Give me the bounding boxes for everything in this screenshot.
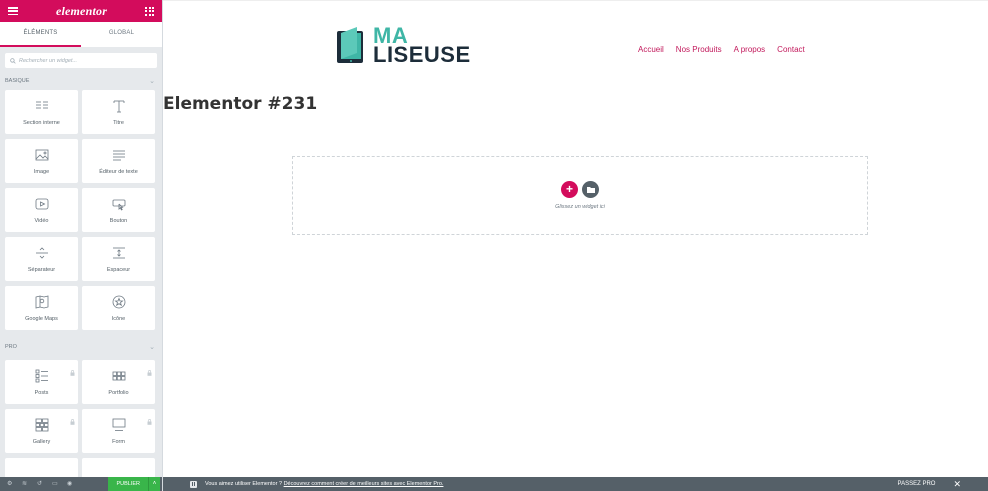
- text-editor-icon: [111, 147, 127, 163]
- nav-link-a-propos[interactable]: A propos: [734, 45, 766, 54]
- lock-icon: [70, 363, 75, 376]
- search-icon: [10, 57, 16, 64]
- lock-icon: [70, 412, 75, 425]
- panel-tabs: ÉLÉMENTS GLOBAL: [0, 22, 162, 47]
- widget-label: Éditeur de texte: [99, 169, 138, 175]
- widget-video[interactable]: Vidéo: [5, 188, 78, 232]
- widget-label: Gallery: [32, 439, 51, 445]
- gallery-icon: [34, 417, 50, 433]
- widget-form[interactable]: Form: [82, 409, 155, 453]
- publish-options-icon[interactable]: ˄: [148, 477, 160, 491]
- widget-gallery[interactable]: Gallery: [5, 409, 78, 453]
- widget-google-maps[interactable]: Google Maps: [5, 286, 78, 330]
- panel-header: elementor: [0, 0, 162, 22]
- add-template-button[interactable]: [582, 181, 599, 198]
- form-icon: [111, 417, 127, 433]
- site-logo[interactable]: MA LISEUSE: [335, 25, 471, 67]
- elementor-panel: elementor ÉLÉMENTS GLOBAL Rechercher un …: [0, 0, 163, 491]
- search-placeholder: Rechercher un widget...: [19, 57, 78, 64]
- empty-section-drop-zone[interactable]: + Glissez un widget ici: [292, 156, 868, 235]
- widget-label: Google Maps: [25, 316, 58, 322]
- notice-message: Vous aimez utiliser Elementor ?: [205, 481, 284, 487]
- elementor-logo: elementor: [55, 3, 108, 18]
- chevron-down-icon: ⌄: [149, 78, 155, 85]
- widget-inner-section[interactable]: Section interne: [5, 90, 78, 134]
- widget-label: Icône: [111, 316, 126, 322]
- widget-label: Portfolio: [108, 390, 129, 396]
- widget-text-editor[interactable]: Éditeur de texte: [82, 139, 155, 183]
- widget-partial[interactable]: [5, 458, 78, 478]
- posts-icon: [34, 368, 50, 384]
- category-title: PRO: [5, 344, 17, 350]
- widget-label: Titre: [113, 120, 124, 126]
- widget-button[interactable]: Bouton: [82, 188, 155, 232]
- book-logo-icon: [337, 27, 363, 63]
- preview-icon[interactable]: ◉: [67, 481, 73, 487]
- history-icon[interactable]: ↺: [37, 481, 43, 487]
- nav-link-accueil[interactable]: Accueil: [638, 45, 664, 54]
- notice-link[interactable]: Découvrez comment créer de meilleurs sit…: [284, 481, 444, 487]
- map-icon: [34, 294, 50, 310]
- folder-icon: [586, 187, 595, 193]
- logo-line-2: LISEUSE: [373, 42, 471, 67]
- portfolio-icon: [111, 368, 127, 384]
- close-icon[interactable]: ✕: [953, 477, 961, 491]
- nav-link-produits[interactable]: Nos Produits: [676, 45, 722, 54]
- category-title: BASIQUE: [5, 78, 30, 84]
- tab-global[interactable]: GLOBAL: [81, 22, 162, 47]
- widget-label: Séparateur: [27, 267, 56, 273]
- publish-button[interactable]: PUBLIER: [108, 477, 148, 491]
- heading-icon: [111, 98, 127, 114]
- widget-label: Form: [112, 439, 125, 445]
- star-icon: [111, 294, 127, 310]
- category-basique[interactable]: BASIQUE ⌄: [0, 72, 162, 90]
- button-icon: [111, 196, 127, 212]
- add-section-button[interactable]: +: [561, 181, 578, 198]
- site-navigation: Accueil Nos Produits A propos Contact: [638, 45, 805, 54]
- drop-hint: Glissez un widget ici: [555, 204, 605, 210]
- tab-elements[interactable]: ÉLÉMENTS: [0, 22, 81, 47]
- page-title: Elementor #231: [163, 94, 318, 114]
- widget-portfolio[interactable]: Portfolio: [82, 360, 155, 404]
- widget-icon[interactable]: Icône: [82, 286, 155, 330]
- widget-divider[interactable]: Séparateur: [5, 237, 78, 281]
- widget-label: Espaceur: [106, 267, 131, 273]
- widget-grid-basique: Section interne Titre Image Éditeur de t…: [0, 90, 162, 330]
- lock-icon: [147, 412, 152, 425]
- chevron-down-icon: ⌄: [149, 344, 155, 351]
- widget-posts[interactable]: Posts: [5, 360, 78, 404]
- widget-label: Posts: [34, 390, 49, 396]
- menu-icon[interactable]: [8, 7, 18, 15]
- widget-image[interactable]: Image: [5, 139, 78, 183]
- page-preview: MA LISEUSE Accueil Nos Produits A propos…: [163, 0, 988, 477]
- widget-label: Bouton: [109, 218, 128, 224]
- pro-notice-bar: Vous aimez utiliser Elementor ? Découvre…: [163, 477, 988, 491]
- divider-icon: [34, 245, 50, 261]
- widget-grid-pro: Posts Portfolio Gallery Form: [0, 360, 162, 478]
- nav-link-contact[interactable]: Contact: [777, 45, 805, 54]
- search-input[interactable]: Rechercher un widget...: [5, 53, 157, 68]
- spacer-icon: [111, 245, 127, 261]
- video-icon: [34, 196, 50, 212]
- settings-icon[interactable]: ⚙: [7, 481, 13, 487]
- widget-partial[interactable]: [82, 458, 155, 478]
- widget-label: Image: [33, 169, 50, 175]
- elementor-editor: elementor ÉLÉMENTS GLOBAL Rechercher un …: [0, 0, 988, 491]
- responsive-icon[interactable]: ▭: [52, 481, 58, 487]
- widget-spacer[interactable]: Espaceur: [82, 237, 155, 281]
- panel-footer: ⚙ ≋ ↺ ▭ ◉ PUBLIER ˄: [0, 477, 162, 491]
- columns-icon: [34, 98, 50, 114]
- publish-group: PUBLIER ˄: [108, 477, 162, 491]
- notice-text: Vous aimez utiliser Elementor ? Découvre…: [205, 481, 443, 487]
- navigator-icon[interactable]: ≋: [22, 481, 28, 487]
- widget-label: Section interne: [23, 120, 60, 126]
- lock-icon: [147, 363, 152, 376]
- image-icon: [34, 147, 50, 163]
- widget-label: Vidéo: [34, 218, 49, 224]
- category-pro[interactable]: PRO ⌄: [0, 338, 162, 356]
- widget-heading[interactable]: Titre: [82, 90, 155, 134]
- go-pro-button[interactable]: PASSEZ PRO: [898, 481, 936, 487]
- widgets-grid-icon[interactable]: [145, 6, 154, 16]
- elementor-icon: [190, 480, 197, 488]
